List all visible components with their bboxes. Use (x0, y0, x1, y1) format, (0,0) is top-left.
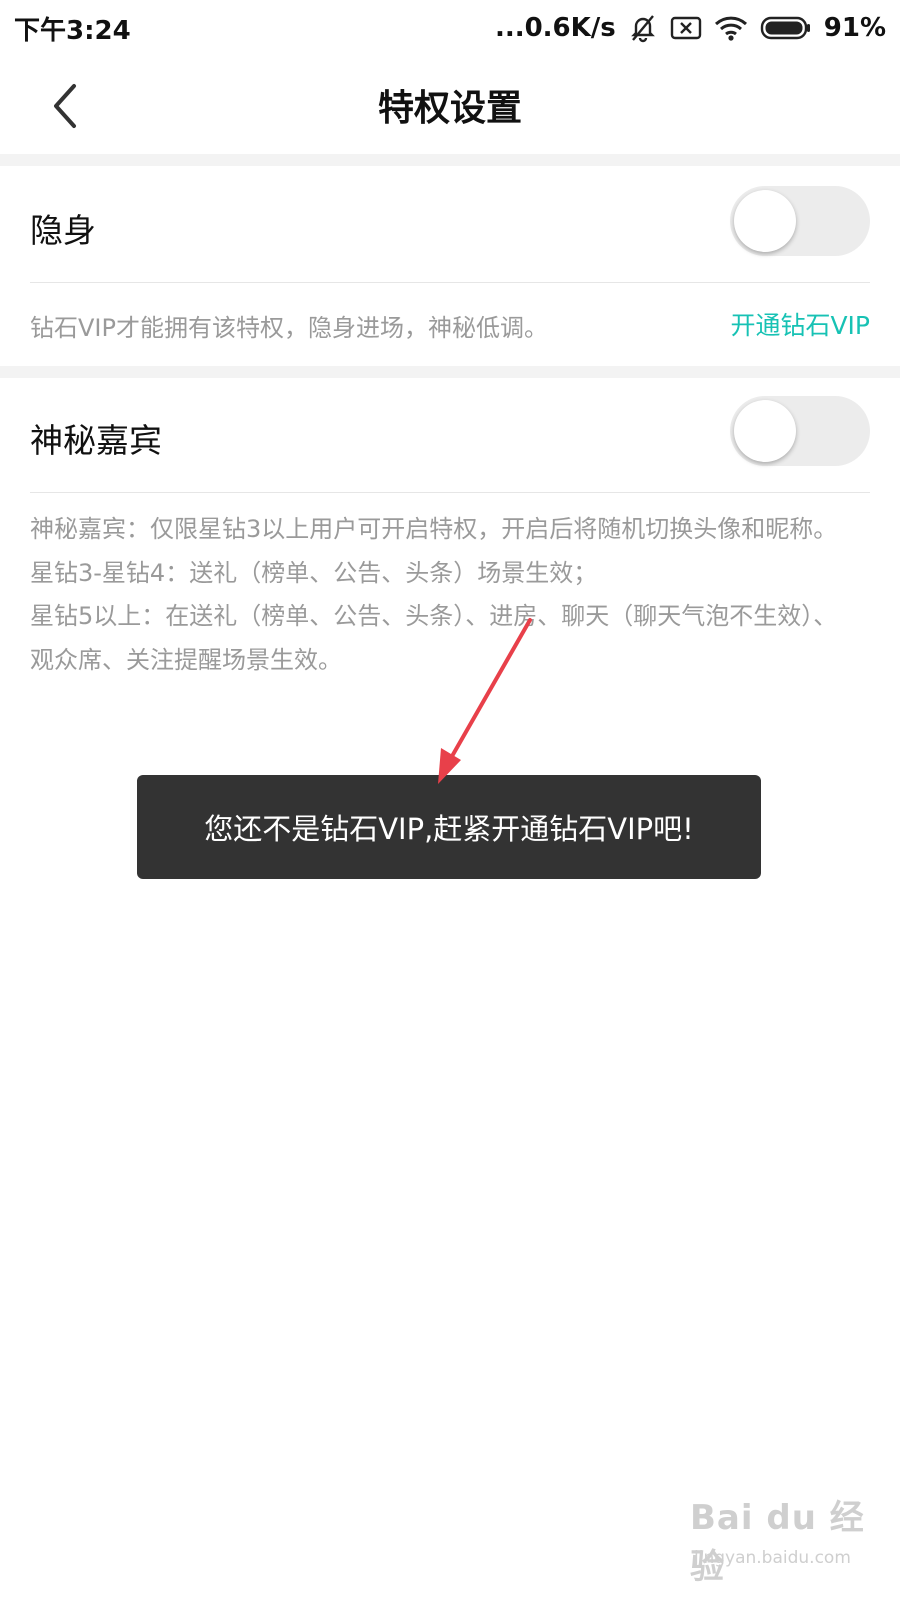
battery-icon (760, 15, 812, 41)
invisible-hint: 钻石VIP才能拥有该特权，隐身进场，神秘低调。 (30, 314, 548, 342)
screen: 下午3:24 ...0.6K/s 91% 特权设置 隐身 钻石VIP才能拥有该特… (0, 0, 900, 1600)
open-diamond-vip-link[interactable]: 开通钻石VIP (730, 306, 870, 342)
divider (30, 492, 870, 493)
section-gap (0, 154, 900, 166)
invisible-toggle[interactable] (730, 186, 870, 256)
mystery-guest-description: 神秘嘉宾：仅限星钻3以上用户可开启特权，开启后将随机切换头像和昵称。 星钻3-星… (30, 508, 860, 682)
description-line: 星钻5以上：在送礼（榜单、公告、头条）、进房、聊天（聊天气泡不生效）、观众席、关… (30, 602, 838, 674)
section-gap (0, 366, 900, 378)
toggle-knob (734, 400, 796, 462)
mystery-guest-toggle[interactable] (730, 396, 870, 466)
status-bar: 下午3:24 ...0.6K/s 91% (0, 0, 900, 56)
bell-off-icon (628, 13, 658, 43)
status-time: 下午3:24 (14, 15, 131, 46)
watermark-brand: Bai du 经验 (690, 1498, 865, 1587)
back-button[interactable] (40, 78, 90, 134)
toast-message: 您还不是钻石VIP,赶紧开通钻石VIP吧! (137, 775, 761, 879)
nav-bar: 特权设置 (0, 56, 900, 154)
wifi-icon (714, 14, 748, 42)
page-title: 特权设置 (377, 88, 522, 129)
network-speed: ...0.6K/s (494, 13, 616, 43)
baidu-watermark: Bai du 经验 jingyan.baidu.com (690, 1490, 870, 1587)
chevron-left-icon (54, 84, 76, 128)
toast-text: 您还不是钻石VIP,赶紧开通钻石VIP吧! (204, 812, 694, 846)
toggle-knob (734, 190, 796, 252)
divider (30, 282, 870, 283)
status-right: ...0.6K/s 91% (495, 13, 886, 43)
mystery-guest-label: 神秘嘉宾 (30, 421, 162, 460)
watermark-url: jingyan.baidu.com (694, 1548, 851, 1568)
battery-percent: 91% (823, 13, 886, 43)
mystery-guest-section: 神秘嘉宾 神秘嘉宾：仅限星钻3以上用户可开启特权，开启后将随机切换头像和昵称。 … (0, 378, 900, 758)
sim-x-icon (670, 15, 702, 41)
description-line: 神秘嘉宾：仅限星钻3以上用户可开启特权，开启后将随机切换头像和昵称。 (30, 515, 838, 543)
description-line: 星钻3-星钻4：送礼（榜单、公告、头条）场景生效； (30, 558, 598, 587)
invisible-section: 隐身 钻石VIP才能拥有该特权，隐身进场，神秘低调。 开通钻石VIP (0, 166, 900, 366)
invisible-label: 隐身 (30, 211, 96, 250)
